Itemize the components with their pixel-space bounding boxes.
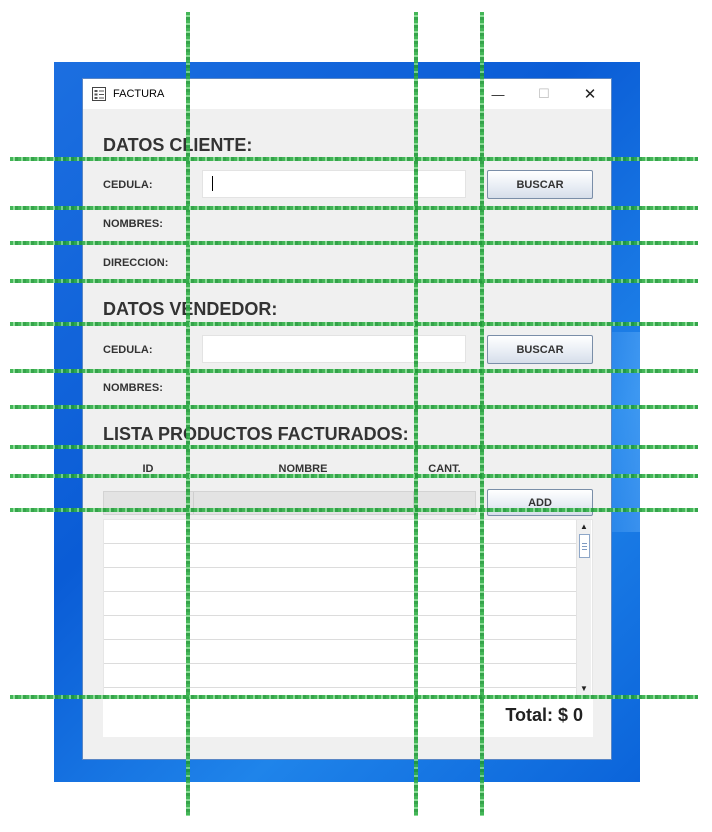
scroll-down-arrow-icon[interactable]: ▼ (579, 684, 589, 694)
productos-section-title: LISTA PRODUCTOS FACTURADOS: (103, 424, 409, 444)
table-row (104, 639, 577, 640)
overlay-line (10, 241, 698, 245)
vendedor-nombres-label: NOMBRES: (103, 382, 163, 394)
overlay-line (10, 474, 698, 478)
products-table[interactable]: ▲ ▼ (103, 519, 593, 697)
form-content: DATOS CLIENTE: CEDULA: BUSCAR NOMBRES: D… (103, 109, 593, 737)
title-bar[interactable]: FACTURA — ☐ ✕ (83, 79, 611, 109)
total-label: Total: $ 0 (505, 705, 583, 725)
overlay-line (10, 405, 698, 409)
table-row (104, 687, 577, 688)
vendedor-cedula-label: CEDULA: (103, 344, 153, 356)
text-caret (212, 176, 213, 191)
close-button[interactable]: ✕ (567, 79, 613, 109)
overlay-line (10, 322, 698, 326)
app-icon (91, 86, 107, 107)
table-row (104, 663, 577, 664)
overlay-line (10, 508, 698, 512)
table-row (104, 543, 577, 544)
table-row (104, 591, 577, 592)
scroll-up-arrow-icon[interactable]: ▲ (579, 522, 589, 532)
overlay-line (10, 206, 698, 210)
vendedor-cedula-input[interactable] (202, 335, 466, 363)
overlay-line (10, 279, 698, 283)
overlay-line (10, 157, 698, 161)
cliente-direccion-label: DIRECCION: (103, 257, 169, 269)
scroll-thumb[interactable] (579, 534, 590, 558)
total-panel: Total: $ 0 (103, 697, 593, 737)
window-title: FACTURA (113, 88, 165, 100)
table-scrollbar[interactable]: ▲ ▼ (576, 520, 591, 696)
cliente-section-title: DATOS CLIENTE: (103, 135, 253, 155)
table-row (104, 567, 577, 568)
overlay-line (10, 369, 698, 373)
overlay-line (10, 695, 698, 699)
vendedor-section-title: DATOS VENDEDOR: (103, 299, 278, 319)
cliente-buscar-button[interactable]: BUSCAR (487, 170, 593, 199)
vendedor-buscar-button[interactable]: BUSCAR (487, 335, 593, 364)
maximize-button[interactable]: ☐ (521, 79, 567, 109)
cliente-cedula-label: CEDULA: (103, 179, 153, 191)
table-row (104, 615, 577, 616)
overlay-line (10, 445, 698, 449)
cliente-nombres-label: NOMBRES: (103, 218, 163, 230)
cliente-cedula-input[interactable] (202, 170, 466, 198)
factura-window: FACTURA — ☐ ✕ DATOS CLIENTE: CEDULA: BUS… (82, 78, 612, 760)
